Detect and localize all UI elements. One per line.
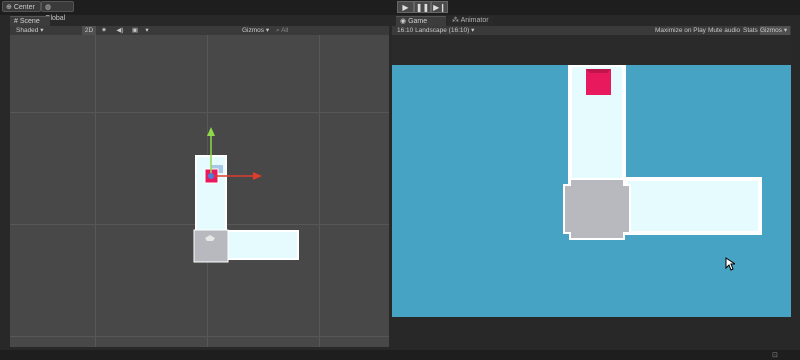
- status-bar: ⊡: [0, 350, 800, 360]
- game-viewport[interactable]: [392, 35, 791, 317]
- scene-gizmos-dropdown[interactable]: Gizmos ▾: [242, 26, 274, 35]
- sun-icon: ✷: [101, 27, 107, 34]
- status-icon: ⊡: [772, 352, 778, 359]
- mode-2d-label: 2D: [84, 27, 94, 34]
- game-gizmos-dropdown[interactable]: Gizmos ▾: [760, 26, 790, 35]
- chevron-down-icon: ▾: [145, 27, 149, 34]
- tab-scene[interactable]: # Scene: [10, 16, 50, 26]
- image-icon: ▣: [131, 27, 139, 34]
- gizmo-center[interactable]: [208, 173, 214, 179]
- scene-junction-block[interactable]: [193, 229, 229, 263]
- game-gizmos-label: Gizmos ▾: [760, 27, 788, 34]
- gizmo-y-arrow[interactable]: [207, 127, 215, 136]
- aspect-dropdown[interactable]: 16:10 Landscape (16:10) ▾: [397, 26, 492, 35]
- game-canvas[interactable]: [392, 65, 791, 317]
- lighting-toggle[interactable]: ✷: [98, 26, 110, 35]
- play-icon: ▶: [402, 3, 409, 12]
- game-controls-bar: 16:10 Landscape (16:10) ▾ Maximize on Pl…: [392, 26, 791, 35]
- game-tab-label: Game: [408, 18, 428, 25]
- scene-gizmos-label: Gizmos ▾: [242, 27, 270, 34]
- mute-label: Mute audio: [708, 27, 741, 34]
- step-button[interactable]: ▶❙: [431, 1, 448, 13]
- mode-2d-toggle[interactable]: 2D: [82, 26, 96, 35]
- shading-dropdown[interactable]: Shaded ▾: [16, 26, 76, 35]
- pivot-label: Center: [13, 4, 35, 11]
- animator-icon: ⁂: [452, 17, 459, 24]
- stats-label: Stats: [743, 27, 758, 34]
- gizmo-x-arrow[interactable]: [253, 172, 262, 180]
- scene-horizontal-path[interactable]: [223, 230, 299, 260]
- game-horizontal-path: [624, 177, 762, 235]
- speaker-icon: ◀): [116, 27, 124, 34]
- scene-viewport[interactable]: [10, 35, 389, 347]
- pause-icon: ❚❚: [415, 3, 430, 12]
- chevron-down-icon: ▾: [471, 27, 475, 34]
- game-level-drawing: [563, 65, 762, 240]
- maximize-label: Maximize on Play: [655, 27, 706, 34]
- main-toolbar: ⊕ Center ◍ Global ▶ ❚❚ ▶❙: [0, 0, 800, 22]
- play-button[interactable]: ▶: [397, 1, 414, 13]
- audio-toggle[interactable]: ◀): [114, 26, 126, 35]
- scene-controls-bar: Shaded ▾ 2D ✷ ◀) ▣ ▾ Gizmos ▾ ⌕ All: [10, 26, 389, 35]
- scene-level-drawing: [193, 127, 299, 263]
- scene-tab-icon: #: [14, 18, 18, 25]
- chevron-down-icon: ▾: [40, 27, 44, 34]
- scene-tab-label: Scene: [19, 18, 40, 25]
- space-toggle-button[interactable]: ◍ Global: [41, 1, 74, 22]
- effects-dropdown[interactable]: ▾: [142, 26, 152, 35]
- globe-icon: ◍: [45, 4, 52, 11]
- pause-button[interactable]: ❚❚: [414, 1, 431, 13]
- pivot-icon: ⊕: [6, 4, 12, 11]
- game-junction-block: [563, 178, 631, 240]
- maximize-on-play-toggle[interactable]: Maximize on Play: [655, 26, 707, 35]
- pivot-toggle-button[interactable]: ⊕ Center: [2, 1, 41, 12]
- step-icon: ▶❙: [433, 3, 446, 12]
- scene-search-placeholder: All: [281, 27, 289, 34]
- mute-audio-toggle[interactable]: Mute audio: [708, 26, 742, 35]
- stats-toggle[interactable]: Stats: [743, 26, 759, 35]
- scene-search-field[interactable]: ⌕ All: [276, 26, 386, 35]
- tab-game[interactable]: ◉ Game: [396, 16, 446, 26]
- game-player-shade: [586, 69, 611, 73]
- search-icon: ⌕: [276, 27, 280, 34]
- game-tab-icon: ◉: [400, 18, 407, 25]
- effects-toggle[interactable]: ▣: [129, 26, 141, 35]
- mouse-cursor-icon: [725, 257, 735, 271]
- aspect-label: 16:10 Landscape (16:10): [397, 27, 470, 34]
- shading-label: Shaded: [16, 27, 39, 34]
- animator-tab-label: Animator: [460, 17, 489, 24]
- tab-animator[interactable]: ⁂ Animator: [448, 16, 494, 26]
